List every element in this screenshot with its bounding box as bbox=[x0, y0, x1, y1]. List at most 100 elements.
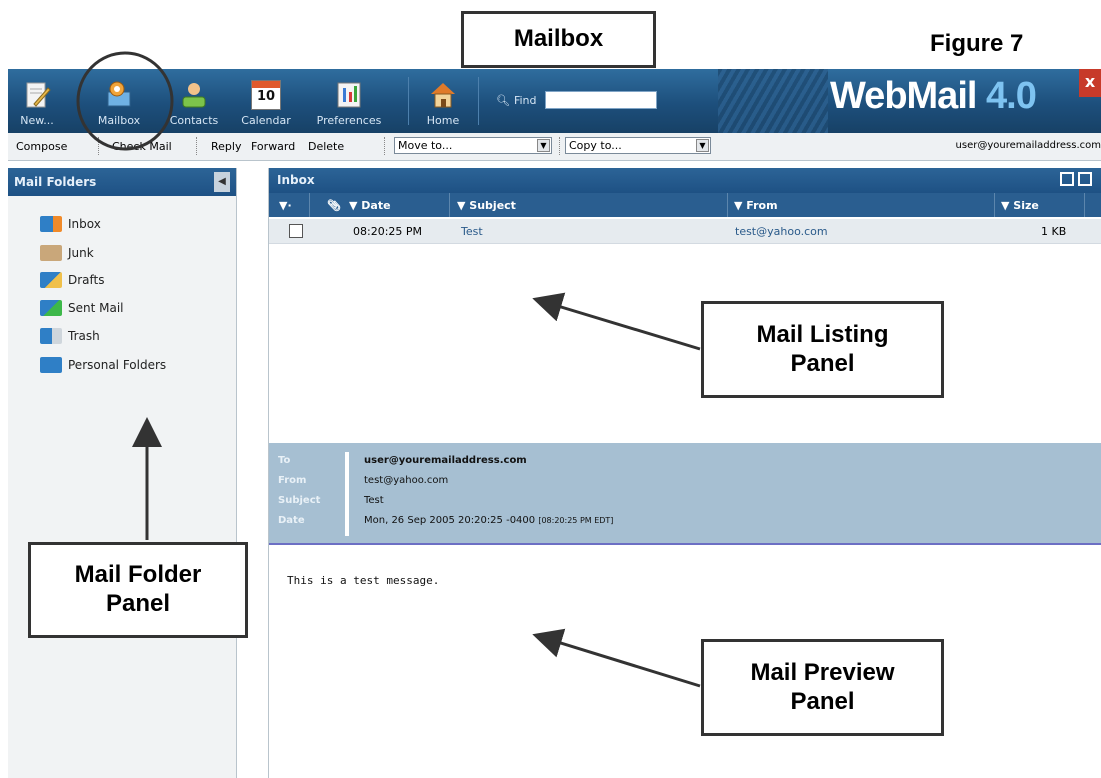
figure-label: Figure 7 bbox=[930, 30, 1024, 57]
contacts-label: Contacts bbox=[169, 114, 219, 127]
brand-name: WebMail bbox=[830, 75, 977, 117]
split-view-icon[interactable] bbox=[1060, 172, 1074, 186]
column-divider bbox=[449, 193, 450, 217]
column-from[interactable]: ▼ From bbox=[734, 199, 778, 212]
home-button[interactable]: Home bbox=[418, 69, 468, 133]
mailbox-callout: Mailbox bbox=[461, 11, 656, 68]
column-size[interactable]: ▼ Size bbox=[1001, 199, 1039, 212]
to-label: To bbox=[278, 455, 291, 466]
listing-title: Inbox bbox=[277, 173, 315, 187]
reply-button[interactable]: Reply bbox=[211, 140, 241, 153]
column-date[interactable]: ▼ Date bbox=[349, 199, 391, 212]
date-text: Mon, 26 Sep 2005 20:20:25 -0400 bbox=[364, 515, 536, 526]
contacts-icon bbox=[182, 83, 206, 108]
folder-personal-folders[interactable]: Personal Folders bbox=[40, 356, 166, 374]
folder-icon bbox=[40, 357, 62, 373]
attachment-icon[interactable]: 📎︎ bbox=[327, 199, 341, 212]
mail-folder-panel: Mail Folders ◀ Inbox Junk Drafts Sent Ma… bbox=[8, 168, 237, 778]
mailbox-icon bbox=[107, 81, 131, 107]
chevron-down-icon: ▼ bbox=[696, 139, 709, 152]
folder-trash[interactable]: Trash bbox=[40, 327, 100, 345]
folder-label: Sent Mail bbox=[68, 301, 124, 315]
check-mail-button[interactable]: Check Mail bbox=[112, 140, 172, 153]
compose-button[interactable]: Compose bbox=[16, 140, 67, 153]
action-divider bbox=[559, 137, 561, 155]
message-body: This is a test message. bbox=[287, 574, 440, 587]
calendar-day: 10 bbox=[256, 89, 276, 104]
collapse-icon[interactable]: ◀ bbox=[214, 172, 230, 192]
forward-button[interactable]: Forward bbox=[251, 140, 295, 153]
mailbox-label: Mailbox bbox=[97, 114, 141, 127]
row-date: 08:20:25 PM bbox=[353, 225, 423, 238]
mailbox-button[interactable]: Mailbox bbox=[92, 69, 146, 133]
column-divider bbox=[1084, 193, 1085, 217]
magnifier-icon: 🔍︎ bbox=[496, 93, 510, 107]
folder-junk[interactable]: Junk bbox=[40, 244, 94, 262]
drafts-icon bbox=[40, 272, 62, 288]
full-view-icon[interactable] bbox=[1078, 172, 1092, 186]
header-divider bbox=[345, 452, 349, 536]
move-to-select[interactable]: Move to... ▼ bbox=[394, 137, 552, 154]
copy-to-select[interactable]: Copy to... ▼ bbox=[565, 137, 711, 154]
table-row[interactable]: 08:20:25 PM Test test@yahoo.com 1 KB bbox=[269, 219, 1101, 244]
webmail-logo: WebMail 4.0 bbox=[830, 75, 1037, 118]
home-icon bbox=[431, 83, 455, 108]
folder-sent-mail[interactable]: Sent Mail bbox=[40, 299, 124, 317]
mail-preview-panel: To From Subject Date user@youremailaddre… bbox=[268, 443, 1101, 778]
contacts-button[interactable]: Contacts bbox=[166, 69, 222, 133]
new-label: New... bbox=[20, 114, 54, 127]
sent-mail-icon bbox=[40, 300, 62, 316]
column-subject[interactable]: ▼ Subject bbox=[457, 199, 516, 212]
subject-value: Test bbox=[364, 495, 384, 506]
row-checkbox[interactable] bbox=[289, 224, 303, 238]
top-toolbar: New... Mailbox Contacts 10 Calendar Pref… bbox=[8, 69, 1101, 133]
column-size-label: Size bbox=[1013, 199, 1039, 212]
folder-panel-header: Mail Folders ◀ bbox=[8, 168, 236, 196]
subject-label: Subject bbox=[278, 495, 321, 506]
date-local: [08:20:25 PM EDT] bbox=[538, 516, 614, 525]
home-label: Home bbox=[426, 114, 460, 127]
delete-button[interactable]: Delete bbox=[308, 140, 344, 153]
column-divider bbox=[309, 193, 310, 217]
column-divider bbox=[994, 193, 995, 217]
view-toggle bbox=[1060, 172, 1092, 186]
preferences-label: Preferences bbox=[316, 114, 382, 127]
calendar-button[interactable]: 10 Calendar bbox=[238, 69, 294, 133]
junk-icon bbox=[40, 245, 62, 261]
calendar-icon: 10 bbox=[251, 80, 281, 110]
brand-version: 4.0 bbox=[986, 75, 1037, 117]
column-divider bbox=[727, 193, 728, 217]
folder-label: Trash bbox=[68, 329, 100, 343]
mail-preview-callout: Mail Preview Panel bbox=[701, 639, 944, 736]
mail-listing-callout: Mail Listing Panel bbox=[701, 301, 944, 398]
find-input[interactable] bbox=[544, 91, 657, 109]
action-divider bbox=[196, 137, 198, 155]
folder-inbox[interactable]: Inbox bbox=[40, 215, 101, 233]
row-size: 1 KB bbox=[1041, 225, 1067, 238]
column-from-label: From bbox=[746, 199, 778, 212]
folder-label: Junk bbox=[68, 246, 94, 260]
row-from: test@yahoo.com bbox=[735, 225, 828, 238]
action-divider bbox=[384, 137, 386, 155]
inbox-icon bbox=[40, 216, 62, 232]
mail-listing-panel: Inbox ▼· 📎︎ ▼ Date ▼ Subject ▼ From ▼ Si… bbox=[268, 168, 1101, 443]
preferences-button[interactable]: Preferences bbox=[308, 69, 390, 133]
column-subject-label: Subject bbox=[469, 199, 516, 212]
move-to-value: Move to... bbox=[398, 139, 453, 152]
date-value: Mon, 26 Sep 2005 20:20:25 -0400 [08:20:2… bbox=[364, 515, 613, 526]
sort-select-icon[interactable]: ▼· bbox=[279, 199, 292, 212]
date-label: Date bbox=[278, 515, 305, 526]
from-label: From bbox=[278, 475, 307, 486]
from-value: test@yahoo.com bbox=[364, 475, 449, 486]
listing-header: Inbox bbox=[269, 168, 1101, 193]
preview-header: To From Subject Date user@youremailaddre… bbox=[269, 443, 1101, 545]
folder-drafts[interactable]: Drafts bbox=[40, 271, 105, 289]
new-button[interactable]: New... bbox=[14, 69, 60, 133]
folder-label: Inbox bbox=[68, 217, 101, 231]
mail-folder-callout: Mail Folder Panel bbox=[28, 542, 248, 638]
brand-stripes bbox=[718, 69, 828, 133]
column-headers: ▼· 📎︎ ▼ Date ▼ Subject ▼ From ▼ Size bbox=[269, 193, 1101, 217]
copy-to-value: Copy to... bbox=[569, 139, 622, 152]
close-icon[interactable]: x bbox=[1079, 69, 1101, 97]
chevron-down-icon: ▼ bbox=[537, 139, 550, 152]
